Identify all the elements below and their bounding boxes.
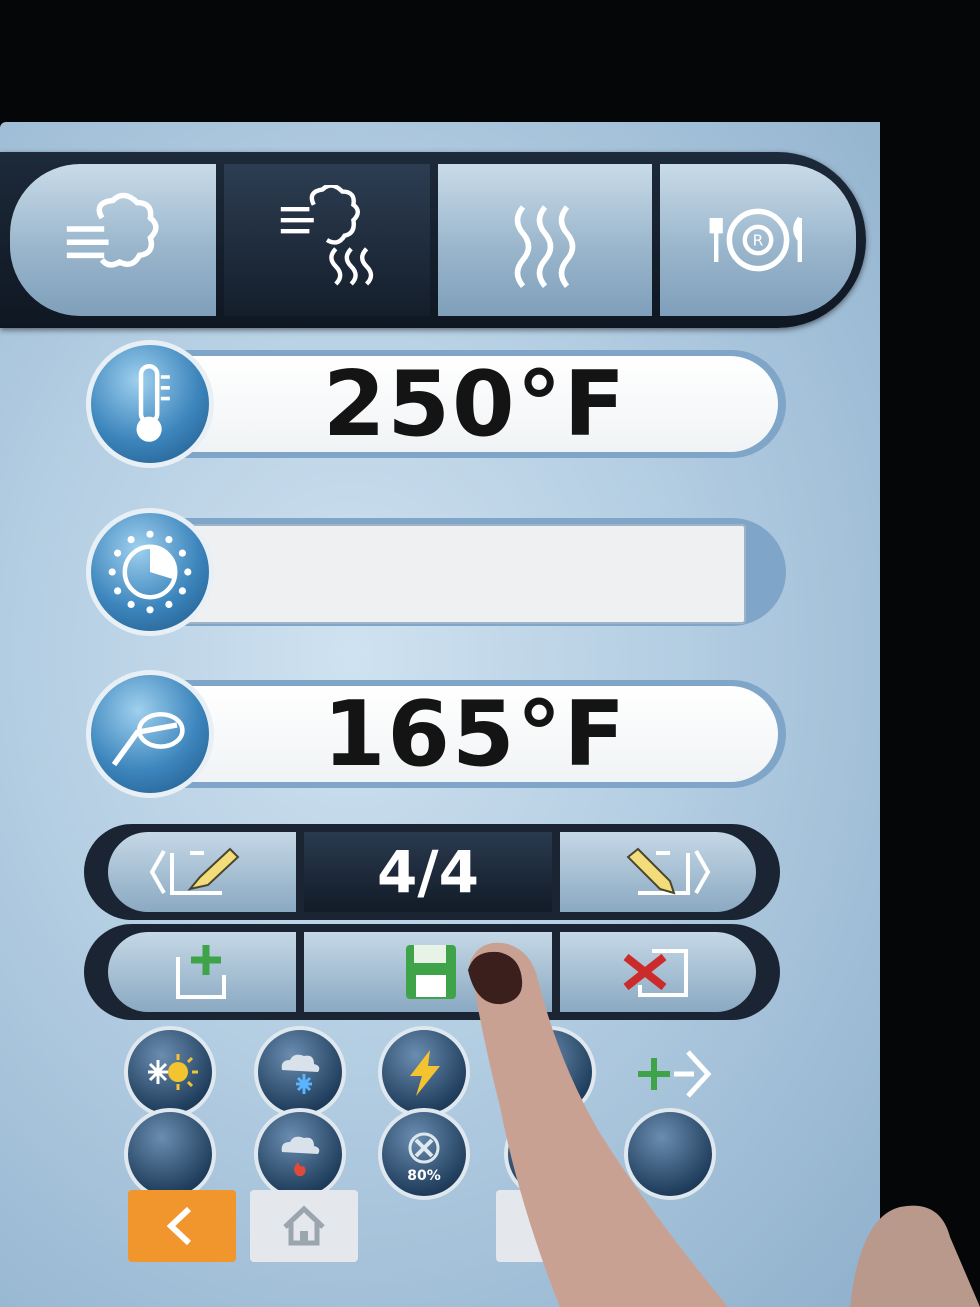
timer-dial-icon [108, 530, 192, 614]
previous-step-icon [149, 847, 240, 895]
timer-button[interactable] [86, 508, 214, 636]
cabinet-temperature-row[interactable]: 250°F [86, 340, 786, 468]
core-probe-button[interactable] [86, 670, 214, 798]
delete-step-button[interactable] [560, 932, 756, 1012]
steam-heat-icon [280, 185, 374, 286]
add-step-icon [176, 945, 226, 999]
cloud-snowflake-icon [281, 1054, 320, 1094]
next-step-button[interactable] [560, 832, 756, 912]
save-icon [406, 945, 456, 999]
thermometer-icon [136, 363, 170, 442]
quick-heat-button[interactable] [378, 1026, 470, 1118]
extra-option-button-2[interactable] [124, 1108, 216, 1200]
extra-option-button-1[interactable] [504, 1026, 596, 1118]
save-program-button[interactable] [304, 932, 552, 1012]
add-arrow-icon [638, 1050, 712, 1098]
info-button[interactable] [496, 1190, 604, 1262]
timer-value[interactable] [172, 524, 746, 624]
info-icon [545, 1206, 555, 1245]
snowflake-sun-icon [148, 1054, 198, 1090]
program-action-bar [84, 924, 780, 1020]
cool-down-heat-up-button[interactable] [124, 1026, 216, 1118]
mode-combination-button[interactable] [224, 164, 430, 316]
home-button[interactable] [250, 1190, 358, 1262]
back-button[interactable] [128, 1190, 236, 1262]
fan-speed-label: 80% [407, 1168, 441, 1184]
program-step-bar: 4/4 [84, 824, 780, 920]
core-probe-icon [111, 711, 185, 767]
heat-waves-icon [514, 205, 576, 288]
plate-icon: R [709, 208, 802, 272]
add-step-button[interactable] [108, 932, 296, 1012]
extra-option-label: 1 [545, 1168, 555, 1184]
next-step-icon [626, 847, 711, 895]
core-temperature-value[interactable]: 165°F [172, 682, 778, 787]
fan-speed-button[interactable]: 80% [378, 1108, 470, 1200]
mode-steam-button[interactable] [10, 164, 216, 316]
mode-hot-air-button[interactable] [438, 164, 652, 316]
cooking-mode-bar: R [0, 152, 866, 328]
cloud-flame-icon [281, 1136, 320, 1176]
chevron-left-icon [166, 1206, 192, 1246]
smoke-button[interactable] [254, 1108, 346, 1200]
temperature-value[interactable]: 250°F [172, 352, 778, 457]
more-options-button[interactable] [636, 1034, 716, 1114]
svg-text:R: R [753, 232, 764, 250]
oven-touch-screen: R 250°F 165°F 4/4 80% 1 [0, 122, 880, 1307]
cooking-time-row[interactable] [86, 508, 786, 636]
extra-option-button-3[interactable]: 1 [504, 1108, 596, 1200]
delete-step-icon [623, 949, 688, 997]
extra-option-button-4[interactable] [624, 1108, 716, 1200]
step-counter: 4/4 [304, 832, 552, 912]
home-icon [283, 1205, 325, 1246]
thermometer-button[interactable] [86, 340, 214, 468]
core-temperature-row[interactable]: 165°F [86, 670, 786, 798]
steam-icon [66, 192, 159, 268]
lightning-icon [410, 1050, 440, 1096]
mode-regeneration-button[interactable]: R [660, 164, 856, 316]
previous-step-button[interactable] [108, 832, 296, 912]
humidity-cool-button[interactable] [254, 1026, 346, 1118]
